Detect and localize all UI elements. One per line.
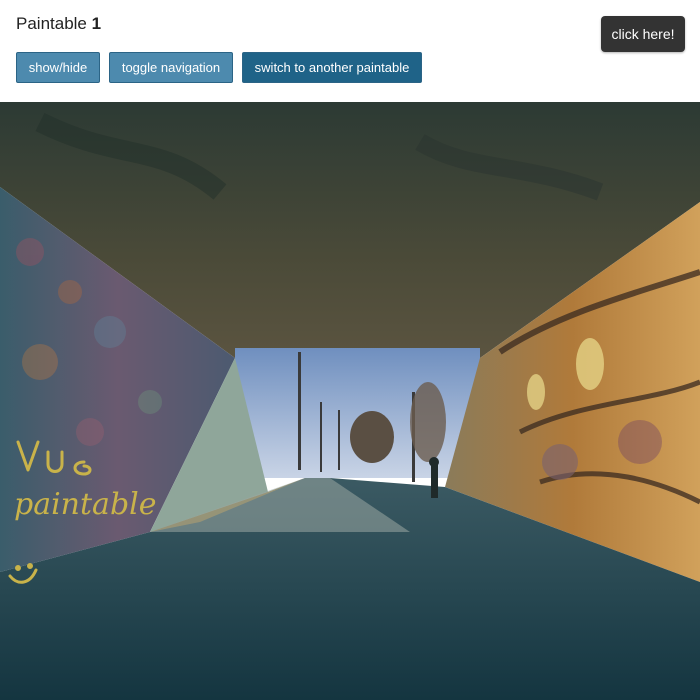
paintable-canvas[interactable]: paintable: [0, 102, 700, 700]
click-here-button[interactable]: click here!: [601, 16, 685, 52]
toggle-navigation-button[interactable]: toggle navigation: [109, 52, 233, 83]
header: Paintable 1 show/hide toggle navigation …: [0, 0, 700, 102]
show-hide-button[interactable]: show/hide: [16, 52, 100, 83]
title-prefix: Paintable: [16, 14, 87, 33]
page-title: Paintable 1: [16, 14, 101, 34]
title-number: 1: [91, 14, 102, 33]
handwriting-text: paintable: [14, 487, 157, 522]
tunnel-photo: paintable: [0, 102, 700, 700]
switch-paintable-button[interactable]: switch to another paintable: [242, 52, 422, 83]
